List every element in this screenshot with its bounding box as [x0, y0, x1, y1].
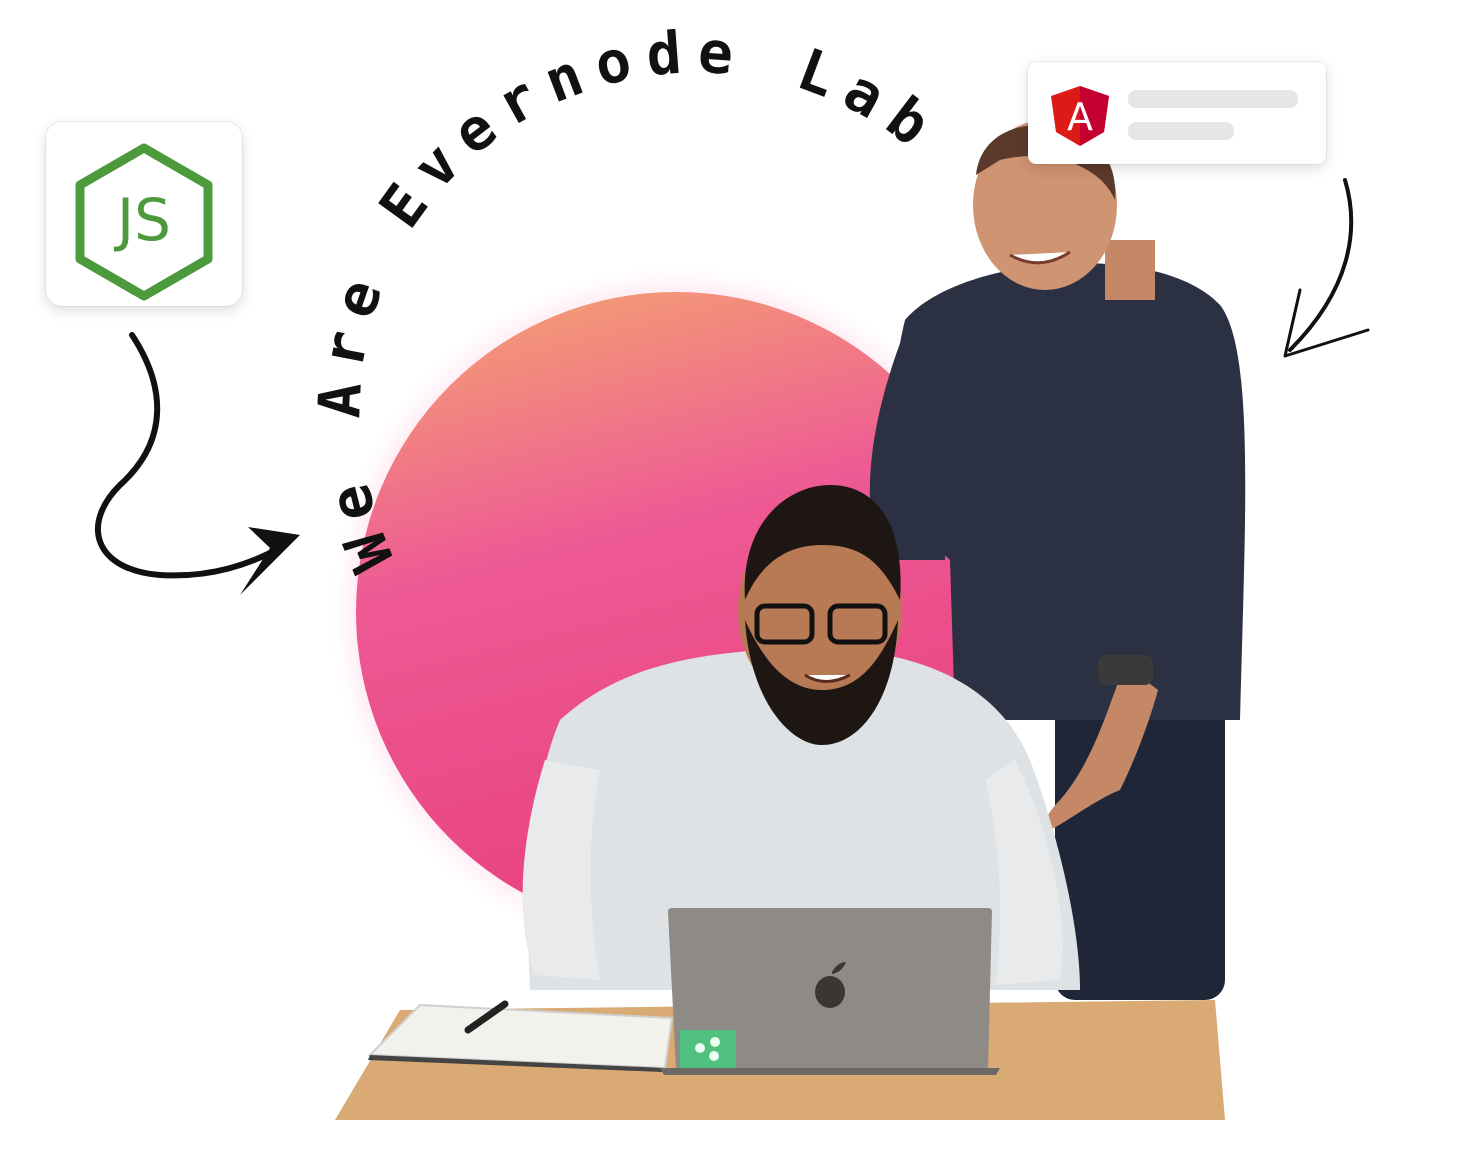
arrow-right-icon — [1283, 178, 1370, 358]
angular-icon: A — [1051, 86, 1109, 146]
nodejs-text: JS — [114, 186, 171, 254]
laptop-sticker — [680, 1030, 736, 1068]
nodejs-badge: JS — [46, 122, 242, 306]
angular-badge: A — [1028, 62, 1326, 164]
angular-letter: A — [1067, 95, 1093, 139]
skeleton-line-2 — [1128, 122, 1234, 140]
nodejs-icon: JS — [75, 143, 213, 301]
skeleton-line-1 — [1128, 90, 1298, 108]
laptop — [660, 908, 1000, 1075]
arrow-left-icon — [94, 332, 300, 595]
